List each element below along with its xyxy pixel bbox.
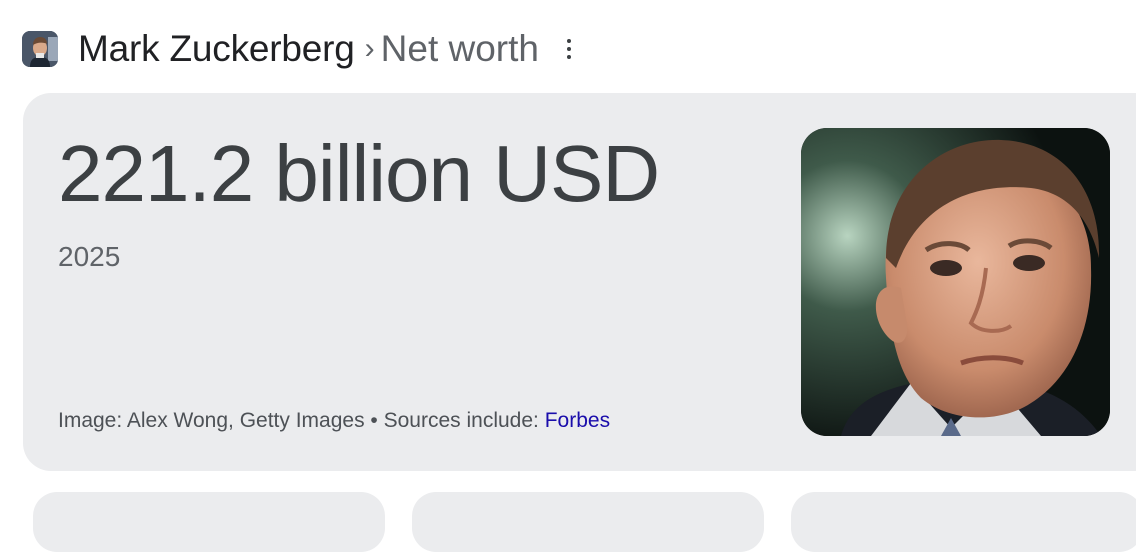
more-vertical-icon[interactable] [561,34,577,64]
related-card[interactable] [791,492,1136,552]
breadcrumb-entity[interactable]: Mark Zuckerberg [78,28,355,70]
image-credit: Image: Alex Wong, Getty Images [58,409,365,432]
knowledge-header: Mark Zuckerberg › Net worth [22,27,577,71]
net-worth-value: 221.2 billion USD [58,129,660,218]
answer-card: 221.2 billion USD 2025 Image: Alex Wong,… [23,93,1136,471]
related-card[interactable] [33,492,385,552]
related-card[interactable] [412,492,764,552]
attribution-line: Image: Alex Wong, Getty Images • Sources… [58,409,610,433]
separator-dot: • [364,409,384,432]
entity-thumbnail[interactable] [22,31,58,67]
breadcrumb-separator: › [364,32,375,65]
source-link-forbes[interactable]: Forbes [545,409,610,432]
sources-prefix: Sources include: [383,409,545,432]
portrait-image[interactable] [801,128,1110,436]
breadcrumb-attribute: Net worth [380,28,539,69]
net-worth-year: 2025 [58,241,121,272]
